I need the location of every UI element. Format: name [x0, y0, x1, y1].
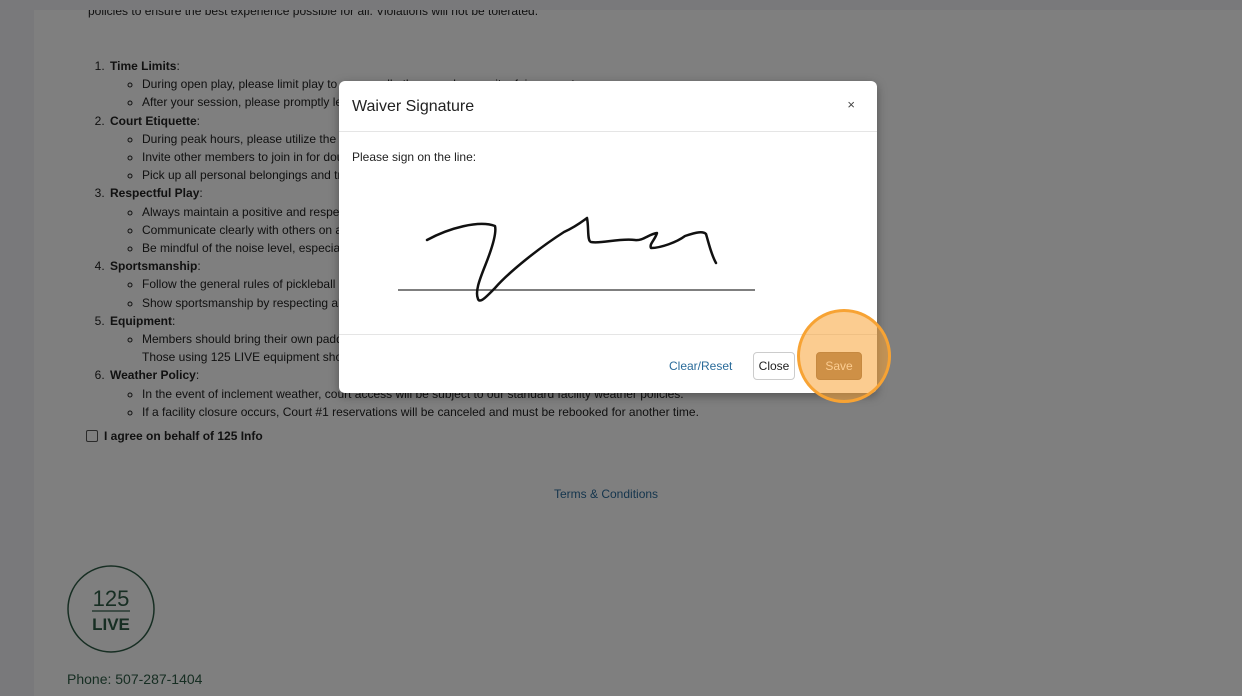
signature-stroke [425, 216, 718, 302]
save-button[interactable]: Save [816, 352, 862, 380]
modal-footer: Clear/Reset Close Save [339, 334, 877, 393]
signature-prompt: Please sign on the line: [352, 150, 477, 164]
close-icon[interactable]: × [847, 97, 855, 112]
waiver-signature-modal: Waiver Signature × Please sign on the li… [339, 81, 877, 393]
signature-pad[interactable] [339, 196, 877, 306]
modal-title: Waiver Signature [352, 98, 475, 115]
clear-reset-button[interactable]: Clear/Reset [669, 359, 732, 373]
modal-header: Waiver Signature × [339, 81, 877, 132]
close-button[interactable]: Close [753, 352, 795, 380]
